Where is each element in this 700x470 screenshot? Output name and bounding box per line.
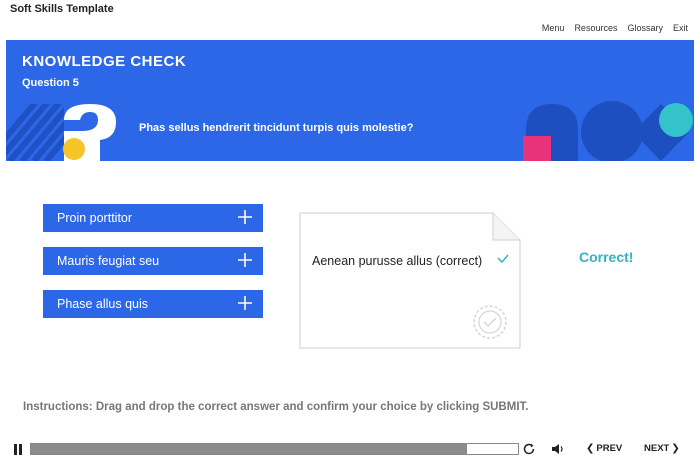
course-title: Soft Skills Template: [10, 3, 114, 15]
option-label: Mauris feugiat seu: [57, 254, 160, 268]
prev-label: PREV: [596, 443, 623, 454]
top-nav: Menu Resources Glossary Exit: [542, 23, 688, 33]
shapes-decoration: [523, 101, 693, 161]
feedback-correct: Correct!: [579, 249, 634, 265]
prev-button[interactable]: ❮ PREV: [586, 443, 622, 454]
question-banner: KNOWLEDGE CHECK Question 5 Phas sellus h…: [6, 40, 694, 161]
question-text: Phas sellus hendrerit tincidunt turpis q…: [139, 122, 414, 134]
question-mark-icon: [63, 104, 116, 161]
chevron-right-icon: ❯: [671, 443, 680, 454]
answer-option-1[interactable]: Proin porttitor: [43, 204, 263, 232]
chevron-left-icon: ❮: [586, 443, 595, 454]
plus-icon: [238, 210, 252, 224]
player-controls: ❮ PREV NEXT ❯: [0, 438, 700, 460]
next-button[interactable]: NEXT ❯: [644, 443, 680, 454]
check-icon: [497, 254, 509, 264]
replay-icon[interactable]: [522, 442, 536, 456]
next-label: NEXT: [644, 443, 670, 454]
plus-icon: [238, 296, 252, 310]
nav-resources-link[interactable]: Resources: [574, 23, 617, 33]
volume-icon[interactable]: [551, 443, 565, 455]
nav-menu-link[interactable]: Menu: [542, 23, 565, 33]
nav-exit-link[interactable]: Exit: [673, 23, 688, 33]
knowledge-check-heading: KNOWLEDGE CHECK: [22, 53, 187, 70]
nav-glossary-link[interactable]: Glossary: [627, 23, 663, 33]
instructions-text: Instructions: Drag and drop the correct …: [23, 401, 529, 413]
dropped-answer[interactable]: Aenean purusse allus (correct): [312, 254, 482, 268]
answer-option-2[interactable]: Mauris feugiat seu: [43, 247, 263, 275]
pause-icon[interactable]: [13, 444, 25, 456]
plus-icon: [238, 253, 252, 267]
progress-fill: [31, 444, 467, 454]
progress-bar[interactable]: [30, 443, 519, 455]
stamp-icon: [473, 305, 507, 339]
option-label: Phase allus quis: [57, 297, 149, 311]
answer-option-3[interactable]: Phase allus quis: [43, 290, 263, 318]
question-number: Question 5: [22, 77, 79, 89]
option-label: Proin porttitor: [57, 211, 133, 225]
drop-zone[interactable]: Aenean purusse allus (correct): [299, 212, 521, 349]
